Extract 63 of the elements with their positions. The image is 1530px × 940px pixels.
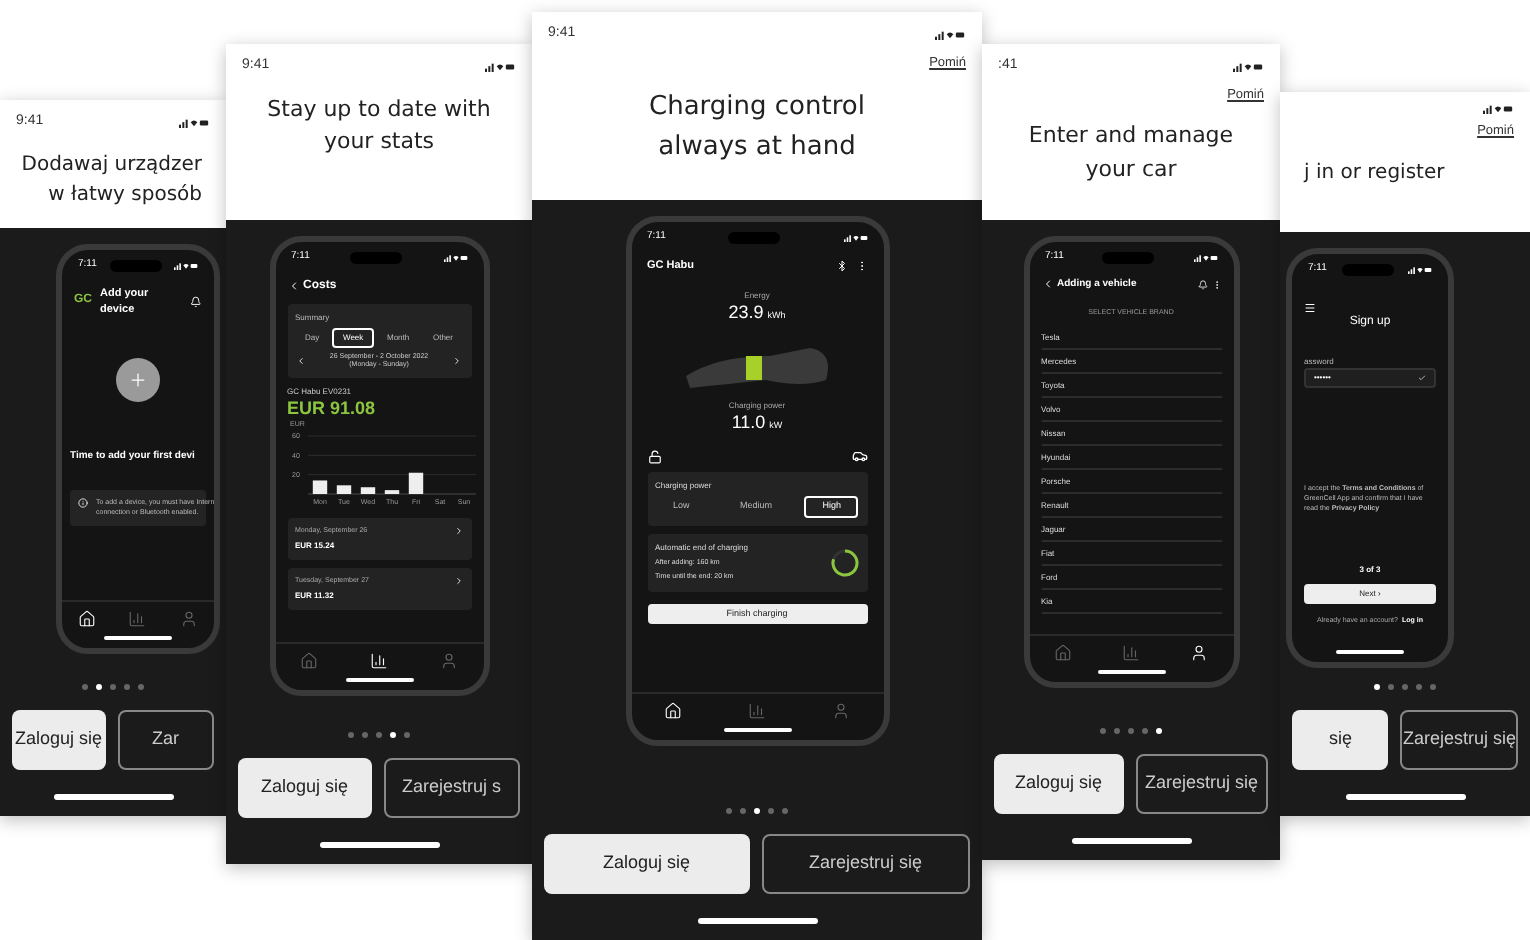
total-amount: EUR 91.08 bbox=[287, 397, 378, 417]
register-button[interactable]: Zarejestruj się bbox=[1135, 754, 1268, 814]
power-value: 11.0 bbox=[731, 411, 766, 431]
user-icon[interactable] bbox=[1190, 644, 1208, 662]
home-indicator bbox=[1336, 650, 1404, 654]
status-icons bbox=[443, 253, 467, 262]
info-icon bbox=[78, 497, 88, 507]
plus-icon bbox=[128, 370, 148, 390]
register-button[interactable]: Zarejestruj się bbox=[1400, 710, 1518, 770]
card-title: Charging control bbox=[649, 90, 865, 127]
home-indicator bbox=[319, 842, 439, 848]
bar bbox=[359, 486, 375, 493]
home-indicator bbox=[723, 728, 791, 732]
card-title: j in or register bbox=[1304, 159, 1445, 188]
login-button[interactable]: Zaloguj się bbox=[238, 758, 371, 818]
card-title: your car bbox=[1085, 153, 1177, 186]
status-icons bbox=[484, 61, 516, 72]
card-title: w łatwy sposób bbox=[48, 181, 202, 209]
energy-value: 23.9 bbox=[728, 301, 764, 322]
bar bbox=[311, 479, 327, 493]
car-icon[interactable] bbox=[851, 448, 867, 465]
menu-icon[interactable] bbox=[1304, 301, 1316, 313]
login-button[interactable]: się bbox=[1292, 710, 1389, 770]
bell-icon[interactable] bbox=[1197, 279, 1207, 290]
back-icon[interactable] bbox=[287, 280, 299, 292]
register-button[interactable]: Zarejestruj s bbox=[383, 758, 520, 818]
login-button[interactable]: Zaloguj się bbox=[12, 710, 105, 770]
home-indicator bbox=[53, 794, 173, 800]
chevron-icon bbox=[453, 525, 463, 536]
card-title: always at hand bbox=[658, 129, 856, 166]
status-icons bbox=[843, 233, 867, 242]
status-icons bbox=[1193, 253, 1217, 262]
home-indicator bbox=[697, 918, 817, 924]
next-icon[interactable] bbox=[452, 355, 463, 365]
status-icons bbox=[1232, 61, 1264, 72]
card-title: Dodawaj urządzer bbox=[21, 151, 202, 179]
status-icons bbox=[1408, 265, 1432, 274]
home-indicator bbox=[104, 636, 172, 640]
card-title: your stats bbox=[323, 126, 435, 158]
bell-icon[interactable] bbox=[190, 295, 202, 308]
back-icon[interactable] bbox=[1041, 278, 1053, 291]
card-title: Enter and manage bbox=[1028, 120, 1234, 153]
check-icon bbox=[1418, 373, 1426, 381]
chevron-icon bbox=[453, 575, 463, 586]
bar bbox=[335, 484, 351, 493]
home-indicator bbox=[1071, 838, 1191, 844]
register-button[interactable]: Zarejestruj się bbox=[761, 834, 970, 894]
card-title: Stay up to date with bbox=[267, 93, 491, 125]
add-device-button[interactable] bbox=[116, 358, 160, 402]
register-button[interactable]: Zar bbox=[117, 710, 214, 770]
previous-icon[interactable] bbox=[295, 355, 305, 365]
status-icons bbox=[1482, 104, 1514, 114]
status-icons bbox=[178, 117, 210, 128]
status-icons bbox=[934, 29, 966, 40]
home-indicator bbox=[1097, 670, 1165, 674]
login-button[interactable]: Zaloguj się bbox=[994, 754, 1123, 814]
bluetooth-icon[interactable] bbox=[835, 259, 847, 272]
home-indicator bbox=[1345, 794, 1465, 800]
bar bbox=[407, 471, 423, 493]
home-indicator bbox=[345, 678, 413, 682]
login-button[interactable]: Zaloguj się bbox=[544, 834, 749, 894]
status-icons bbox=[174, 261, 198, 270]
unlock-icon[interactable] bbox=[647, 449, 661, 464]
